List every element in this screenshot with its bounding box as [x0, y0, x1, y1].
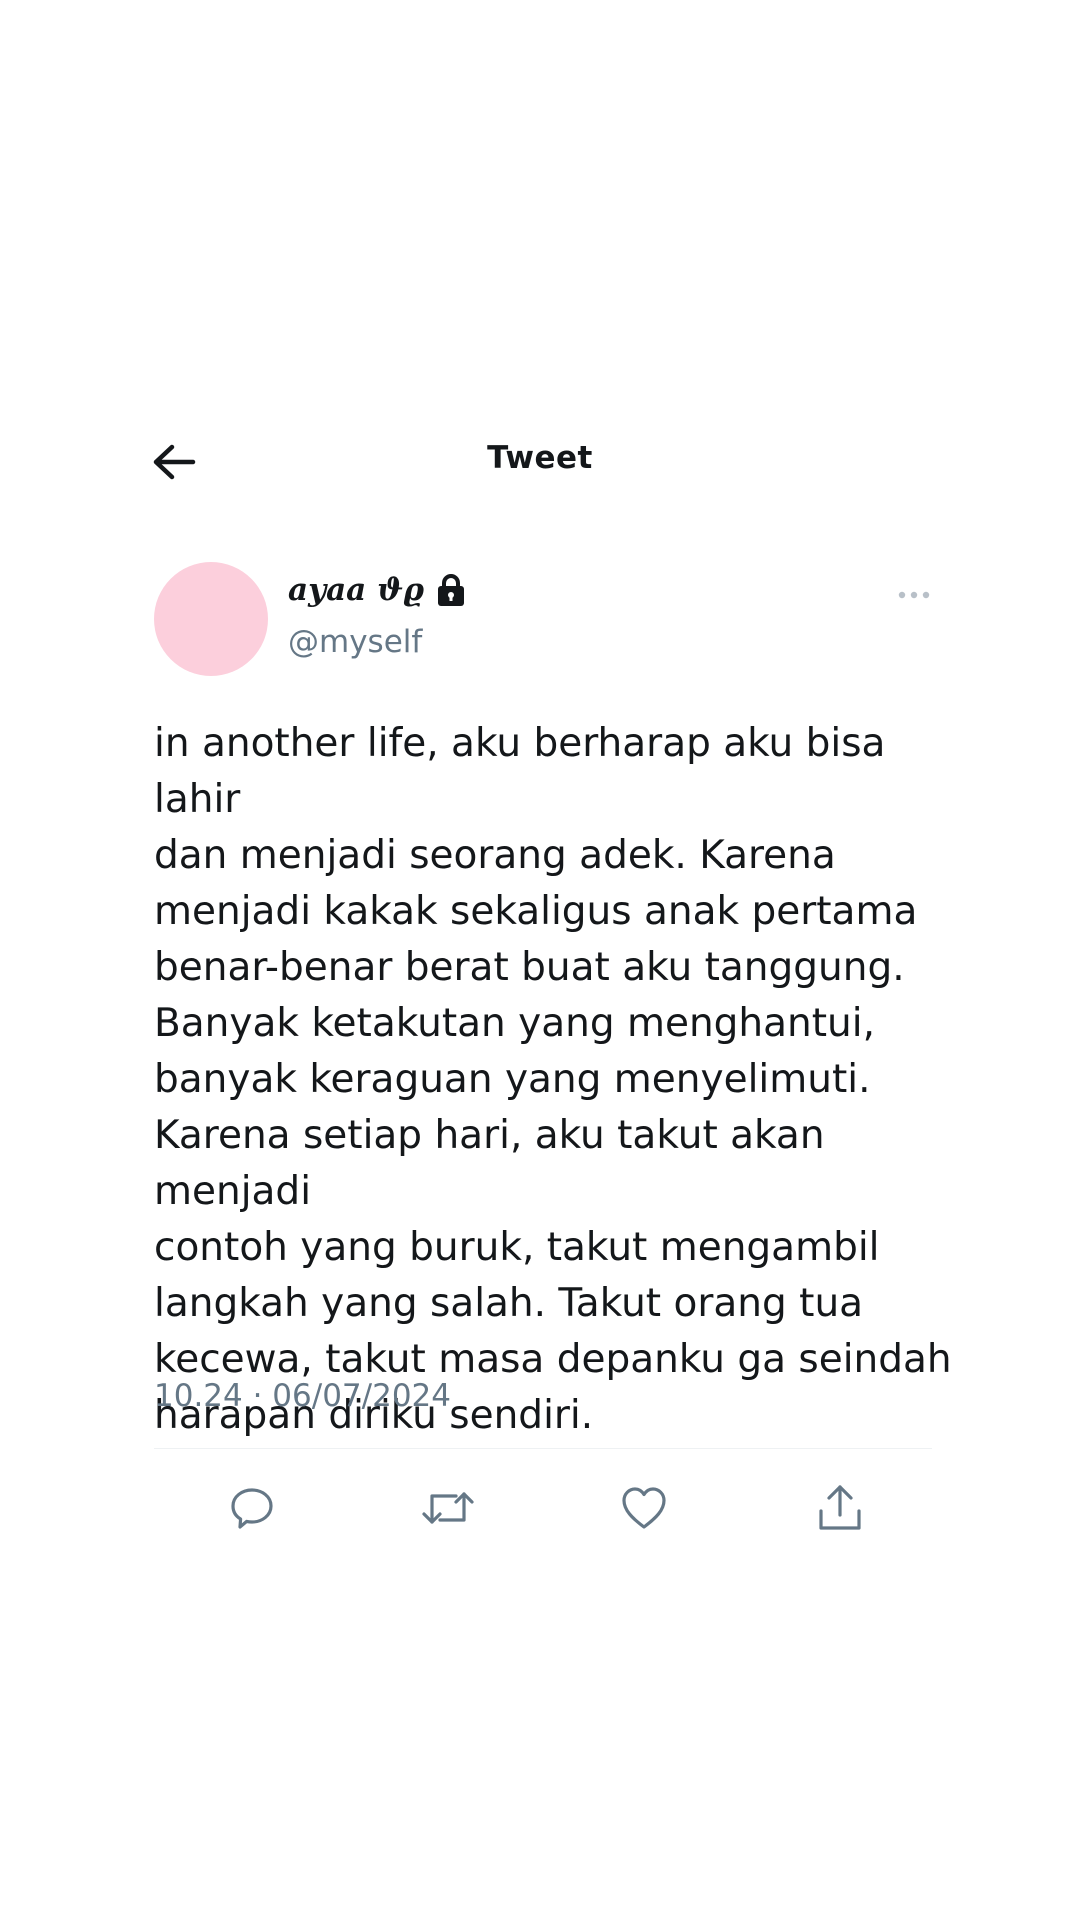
- tweet-timestamp[interactable]: 10.24 · 06/07/2024: [154, 1378, 451, 1414]
- header-bar: Tweet: [150, 432, 930, 492]
- tweet-text: in another life, aku berharap aku bisa l…: [154, 721, 952, 1438]
- lock-icon: [436, 573, 466, 607]
- display-name[interactable]: ayaa ϑϱ: [288, 572, 424, 608]
- reply-button[interactable]: [224, 1480, 280, 1536]
- tweet-actions: [154, 1480, 932, 1540]
- share-button[interactable]: [812, 1480, 868, 1536]
- like-button[interactable]: [616, 1480, 672, 1536]
- share-icon: [816, 1483, 864, 1533]
- reply-icon: [228, 1484, 276, 1532]
- more-options-button[interactable]: [892, 580, 936, 610]
- display-name-row: ayaa ϑϱ: [288, 572, 466, 608]
- page-title: Tweet: [487, 440, 593, 476]
- avatar[interactable]: [154, 562, 268, 676]
- tweet-author: ayaa ϑϱ @myself: [154, 562, 944, 682]
- retweet-icon: [421, 1484, 475, 1532]
- user-handle[interactable]: @myself: [288, 624, 422, 660]
- divider: [154, 1448, 932, 1449]
- more-horizontal-icon: [897, 590, 931, 600]
- heart-icon: [620, 1485, 668, 1531]
- retweet-button[interactable]: [420, 1480, 476, 1536]
